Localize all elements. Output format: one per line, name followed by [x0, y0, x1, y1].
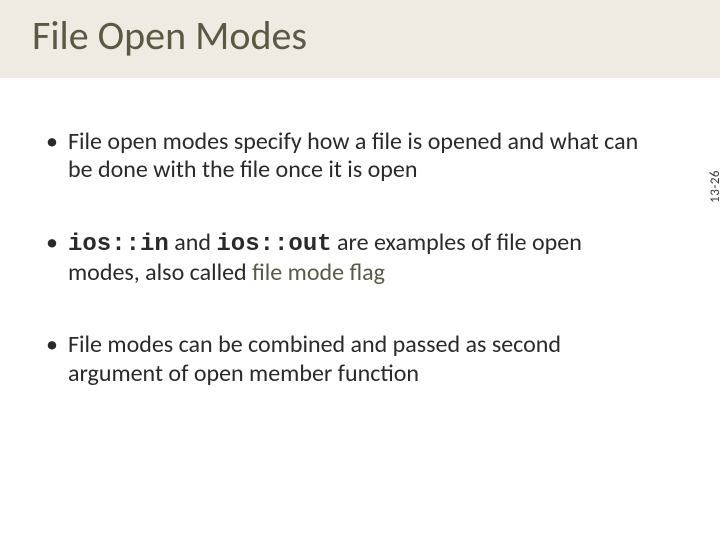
title-band: File Open Modes — [0, 0, 720, 78]
slide: File Open Modes File open modes specify … — [0, 0, 720, 540]
bullet-1: File open modes specify how a file is op… — [46, 128, 650, 185]
bullet-3: File modes can be combined and passed as… — [46, 331, 650, 388]
file-mode-flag-text: file mode flag — [252, 258, 385, 287]
bullet-2-text-a: and — [169, 228, 217, 257]
bullet-2: ios::in and ios::out are examples of fil… — [46, 229, 650, 288]
slide-body: File open modes specify how a file is op… — [0, 78, 720, 388]
slide-title: File Open Modes — [32, 14, 688, 58]
code-ios-out: ios::out — [216, 231, 331, 258]
page-number: 13-26 — [708, 170, 720, 203]
code-ios-in: ios::in — [68, 231, 169, 258]
bullet-list: File open modes specify how a file is op… — [46, 128, 650, 388]
